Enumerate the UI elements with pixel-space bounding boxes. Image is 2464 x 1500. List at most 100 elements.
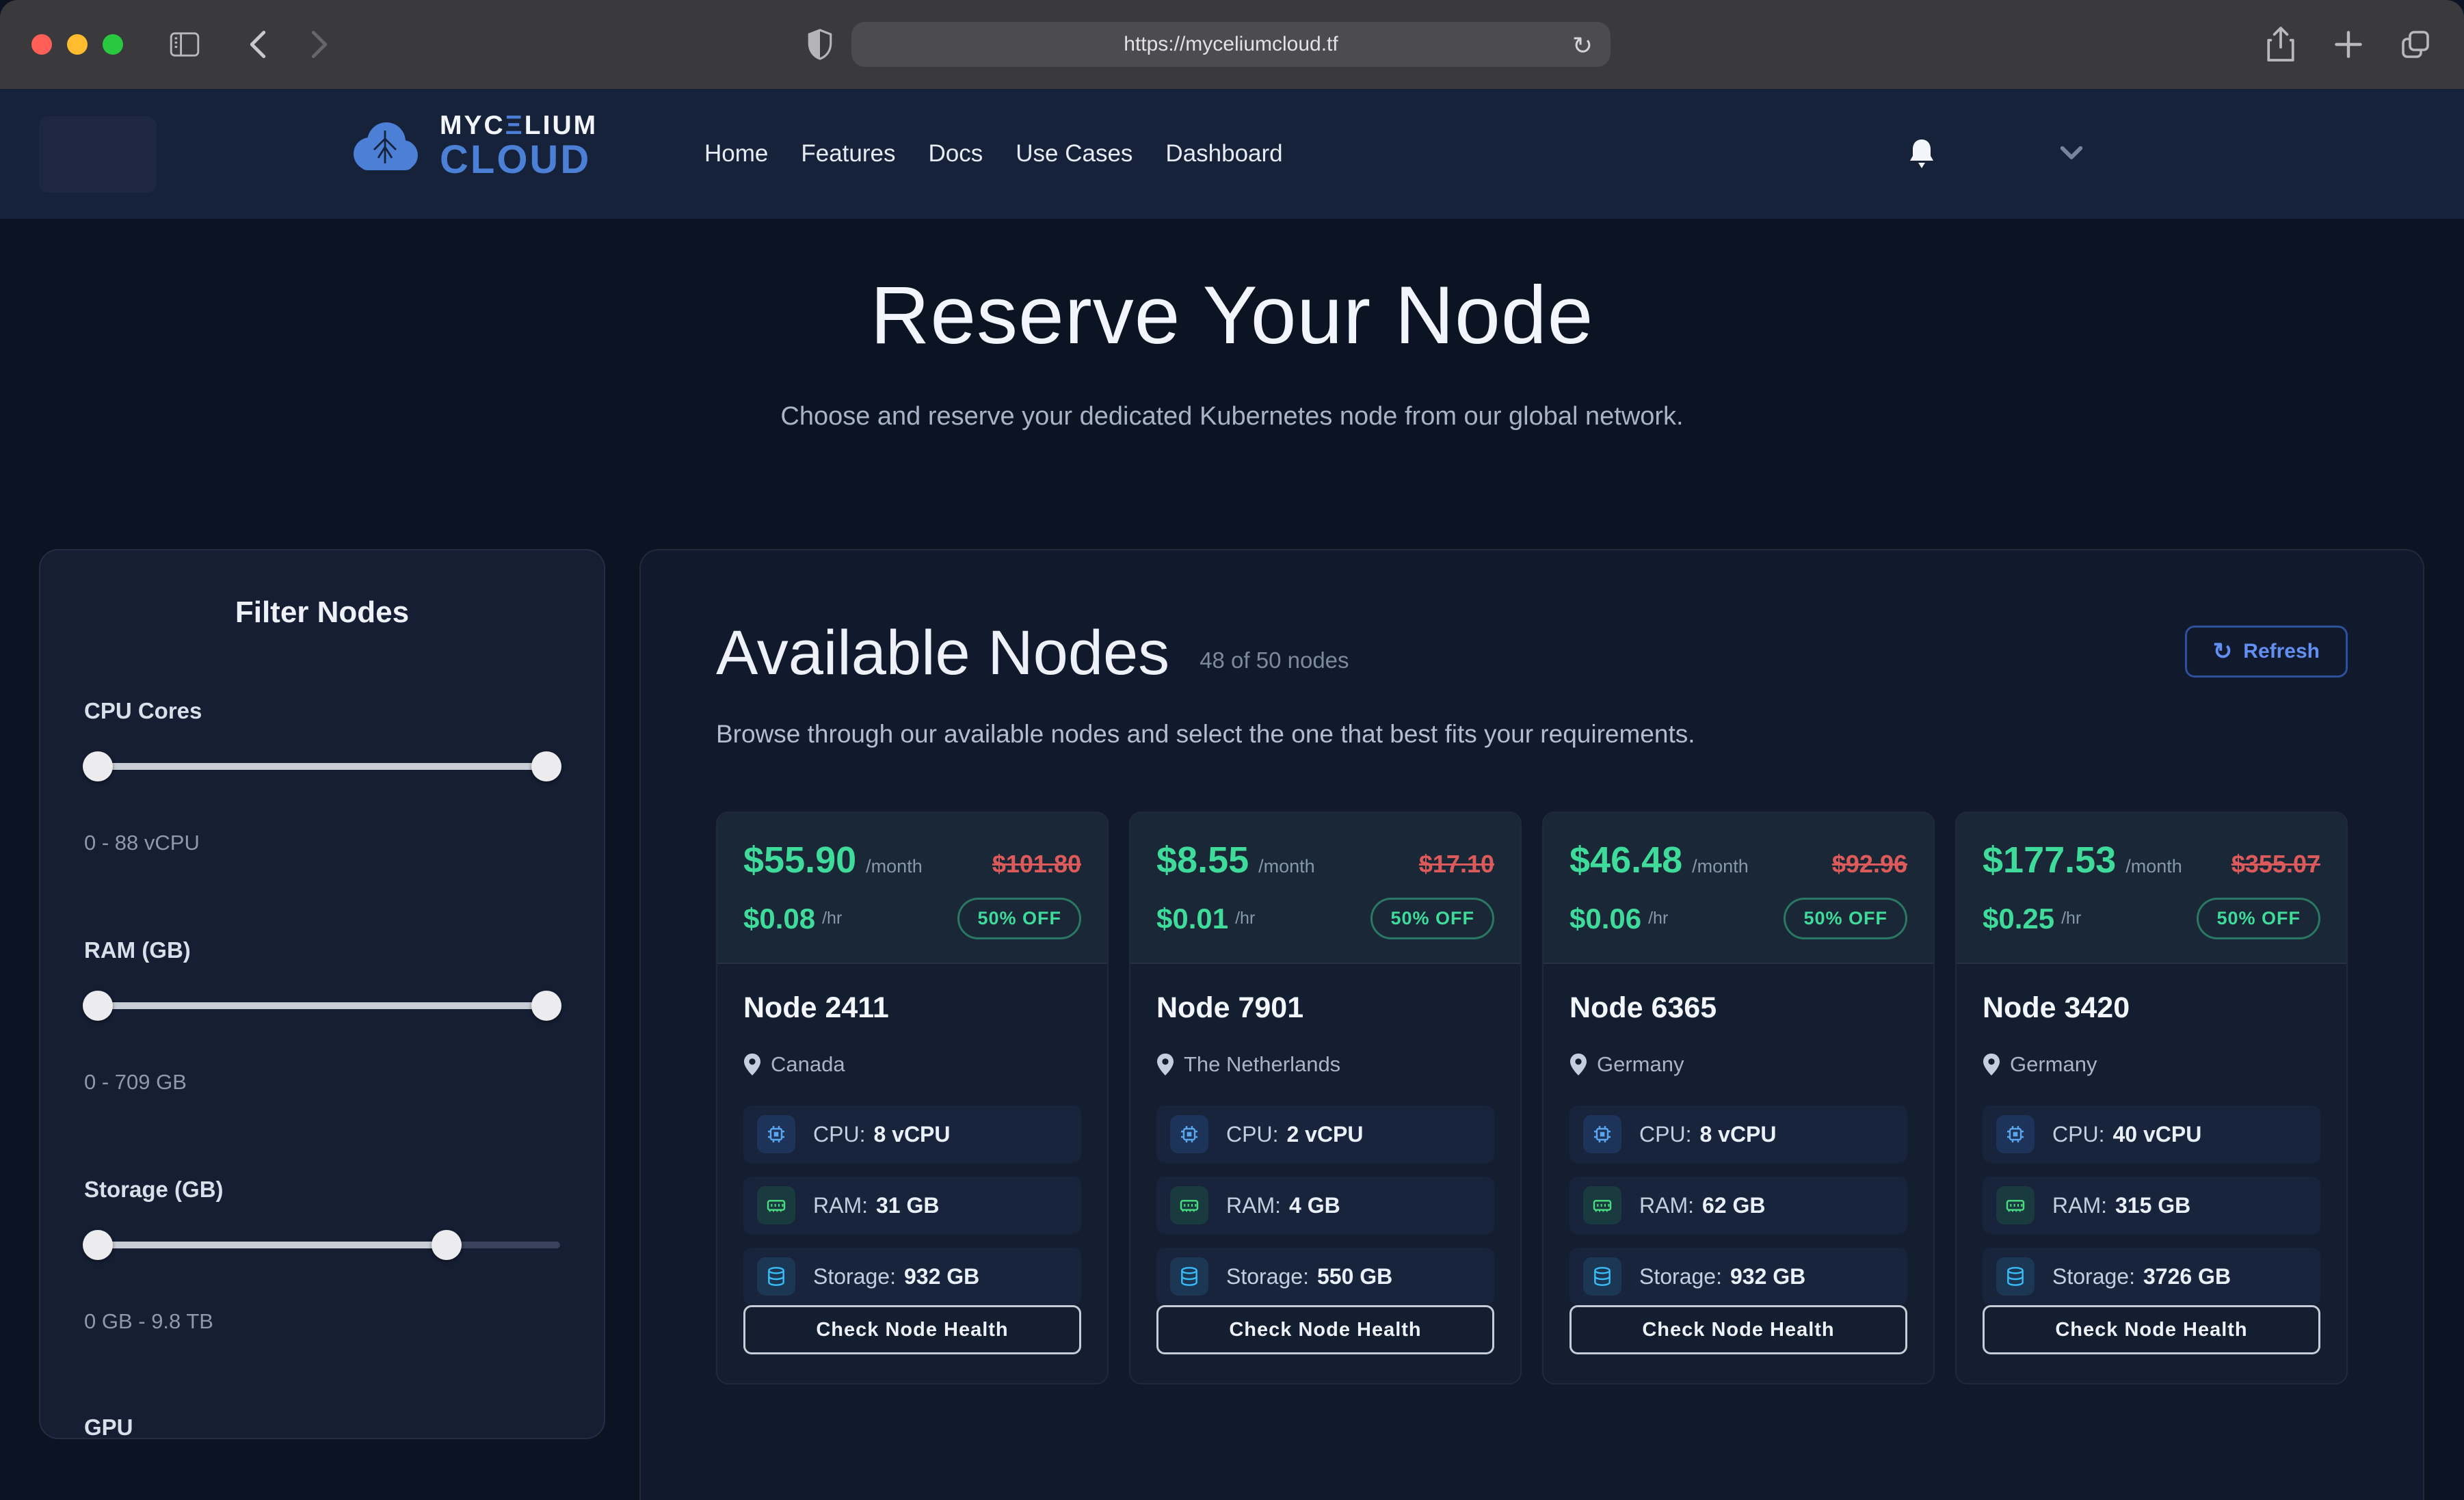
spec-row-cpu: CPU: 40 vCPU [1983,1106,2320,1163]
nav-placeholder-box [39,116,157,193]
node-card[interactable]: $46.48 /month $92.96 $0.06 /hr 50% OFF N… [1542,812,1935,1384]
location-pin-icon [1156,1054,1174,1075]
privacy-shield-icon[interactable] [806,0,834,89]
nav-link-home[interactable]: Home [704,140,768,168]
node-card[interactable]: $177.53 /month $355.07 $0.25 /hr 50% OFF… [1955,812,2348,1384]
card-body: Node 7901 The Netherlands CPU:2 vCPU [1130,964,1520,1383]
discount-badge: 50% OFF [957,898,1081,939]
slider-track[interactable] [84,1002,560,1009]
spec-label: CPU: [813,1122,865,1147]
node-name: Node 6365 [1569,991,1907,1025]
node-card[interactable]: $55.90 /month $101.80 $0.08 /hr 50% OFF … [716,812,1109,1384]
check-node-health-button[interactable]: Check Node Health [1156,1305,1494,1354]
spec-value: 2 vCPU [1286,1122,1363,1147]
sidebar-toggle-icon[interactable] [170,0,200,89]
tab-overview-icon[interactable] [2399,0,2432,89]
nav-link-features[interactable]: Features [801,140,895,168]
spec-label: Storage: [1226,1264,1309,1289]
slider-thumb-max[interactable] [531,751,561,781]
price-hour: $0.01 [1156,902,1228,935]
spec-list: CPU: 40 vCPU RAM:315 GB [1983,1106,2320,1305]
check-node-health-button[interactable]: Check Node Health [1983,1305,2320,1354]
slider-track[interactable] [84,763,560,770]
node-card[interactable]: $8.55 /month $17.10 $0.01 /hr 50% OFF No… [1129,812,1522,1384]
spec-label: CPU: [2052,1122,2104,1147]
page-title: Reserve Your Node [0,268,2464,362]
minimize-window-button[interactable] [67,34,88,55]
price-hour: $0.25 [1983,902,2054,935]
spec-value: 932 GB [1730,1264,1805,1289]
slider-track-remainder[interactable] [446,1242,560,1248]
spec-row-ram: RAM:315 GB [1983,1177,2320,1234]
location-pin-icon [1983,1054,2000,1075]
filter-panel: Filter Nodes CPU Cores 0 - 88 vCPU RAM (… [39,549,605,1439]
zoom-window-button[interactable] [103,34,123,55]
chevron-down-icon[interactable] [2060,145,2083,161]
spec-label: CPU: [1226,1122,1278,1147]
spec-value: 62 GB [1702,1193,1765,1218]
spec-label: Storage: [1639,1264,1722,1289]
node-location: Germany [1597,1052,1684,1077]
address-bar[interactable]: https://myceliumcloud.tf ↻ [851,22,1611,67]
refresh-icon: ↻ [2213,640,2233,663]
spec-list: CPU:8 vCPU RAM:31 GB [743,1106,1081,1305]
storage-icon [1170,1257,1208,1296]
discount-badge: 50% OFF [2197,898,2320,939]
check-node-health-button[interactable]: Check Node Health [743,1305,1081,1354]
cpu-icon [1170,1115,1208,1153]
panel-header: Available Nodes 48 of 50 nodes ↻ Refresh [716,621,2348,684]
cpu-cores-slider[interactable] [84,751,560,781]
slider-thumb-min[interactable] [83,751,113,781]
price-month: $177.53 [1983,839,2116,881]
old-price: $17.10 [1419,850,1494,879]
per-month-label: /month [1258,856,1315,877]
price-hour: $0.06 [1569,902,1641,935]
slider-thumb-min[interactable] [83,1230,113,1260]
storage-slider[interactable] [84,1230,560,1260]
back-icon[interactable] [248,0,268,89]
per-hour-label: /hr [822,909,842,928]
filter-section-ram: RAM (GB) 0 - 709 GB [84,937,560,1095]
refresh-button[interactable]: ↻ Refresh [2185,626,2348,678]
per-hour-label: /hr [1648,909,1668,928]
slider-thumb-max[interactable] [432,1230,462,1260]
nav-link-dashboard[interactable]: Dashboard [1165,140,1282,168]
brand-logo[interactable]: MYCΞLIUM CLOUD [345,112,598,180]
price-header: $8.55 /month $17.10 $0.01 /hr 50% OFF [1130,813,1520,964]
price-hour: $0.08 [743,902,815,935]
available-nodes-title: Available Nodes [716,621,1169,684]
spec-label: CPU: [1639,1122,1691,1147]
filter-section-cpu: CPU Cores 0 - 88 vCPU [84,698,560,855]
slider-thumb-max[interactable] [531,991,561,1021]
node-cards: $55.90 /month $101.80 $0.08 /hr 50% OFF … [716,812,2348,1384]
location-pin-icon [1569,1054,1587,1075]
discount-badge: 50% OFF [1784,898,1907,939]
nav-link-docs[interactable]: Docs [929,140,983,168]
check-node-health-button[interactable]: Check Node Health [1569,1305,1907,1354]
node-location: Germany [2010,1052,2097,1077]
share-icon[interactable] [2265,0,2296,89]
spec-value: 932 GB [904,1264,979,1289]
forward-icon[interactable] [309,0,330,89]
node-name: Node 3420 [1983,991,2320,1025]
notifications-bell-icon[interactable] [1907,137,1937,171]
spec-value: 40 vCPU [2112,1122,2201,1147]
nav-link-use-cases[interactable]: Use Cases [1016,140,1132,168]
close-window-button[interactable] [31,34,52,55]
gpu-label: GPU [84,1415,560,1439]
ram-range: 0 - 709 GB [84,1070,560,1095]
slider-thumb-min[interactable] [83,991,113,1021]
slider-track[interactable] [84,1242,446,1248]
ram-slider[interactable] [84,991,560,1021]
price-month: $46.48 [1569,839,1682,881]
spec-row-storage: Storage: 932 GB [1569,1248,1907,1305]
new-tab-icon[interactable] [2333,0,2363,89]
page-subtitle: Choose and reserve your dedicated Kubern… [0,402,2464,431]
filter-section-gpu: GPU [84,1415,560,1439]
spec-label: RAM: [1226,1193,1281,1218]
ram-icon [1996,1186,2035,1224]
per-month-label: /month [2125,856,2182,877]
spec-value: 31 GB [876,1193,939,1218]
filter-panel-title: Filter Nodes [84,595,560,630]
reload-icon[interactable]: ↻ [1572,31,1593,60]
